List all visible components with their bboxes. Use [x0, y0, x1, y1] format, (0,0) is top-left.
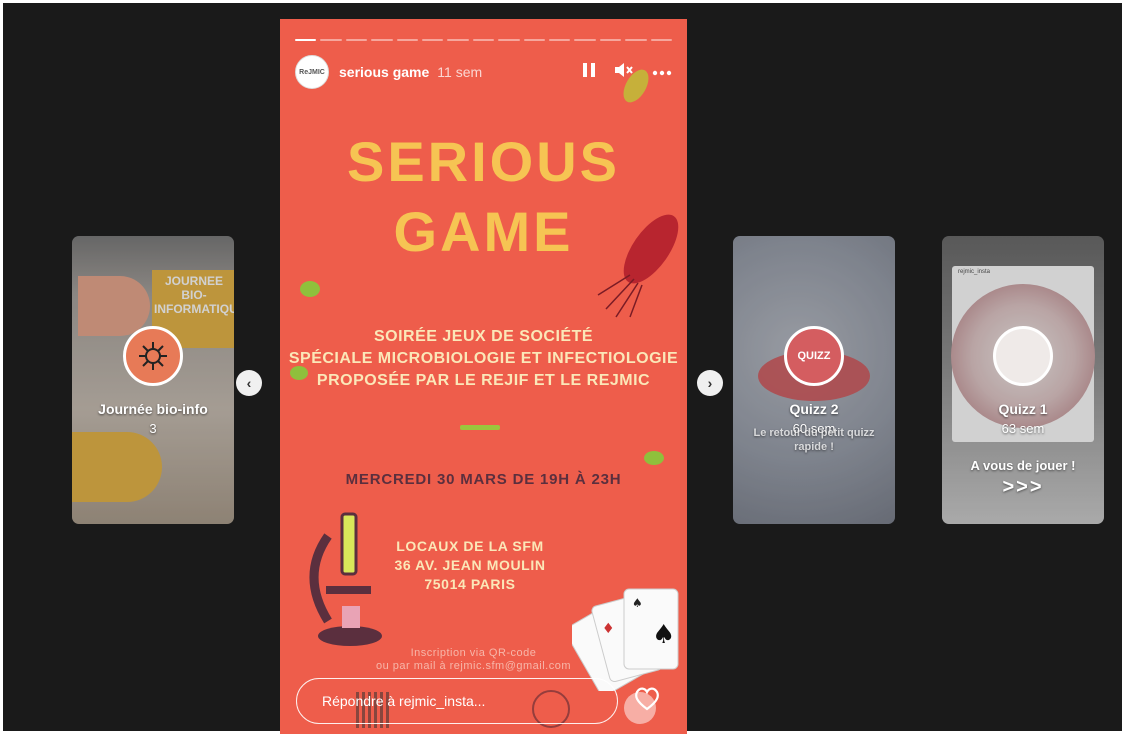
next-story-button[interactable]: ›: [697, 370, 723, 396]
story-avatar: [993, 326, 1053, 386]
event-description: SOIRÉE JEUX DE SOCIÉTÉ SPÉCIALE MICROBIO…: [280, 326, 687, 392]
progress-segment: [371, 39, 393, 41]
story-card-quizz-1[interactable]: rejmic_insta Quizz 1 63 sem A vous de jo…: [942, 236, 1104, 524]
description-line: SPÉCIALE MICROBIOLOGIE ET INFECTIOLOGIE: [288, 350, 679, 367]
story-time-ago: 63 sem: [1001, 421, 1045, 436]
progress-segment: [599, 39, 622, 41]
address-line: 36 AV. JEAN MOULIN: [394, 557, 546, 573]
chevron-left-icon: ‹: [246, 375, 252, 391]
green-microbe-icon: [300, 281, 320, 297]
story-body-text: Le retour du petit quizz rapide !: [753, 427, 875, 453]
title-line: SERIOUS: [346, 130, 621, 193]
reply-input[interactable]: Répondre à rejmic_insta...: [296, 678, 618, 724]
svg-text:♦: ♦: [602, 621, 615, 637]
inscription-info: Inscription via QR-code ou par mail à re…: [340, 647, 607, 673]
story-avatar: QUIZZ: [784, 326, 844, 386]
progress-segment: [650, 39, 673, 41]
account-username[interactable]: serious game: [339, 64, 429, 80]
quiz-badge: QUIZZ: [797, 350, 831, 362]
progress-segment: [498, 39, 520, 41]
chevron-right-icon: ›: [707, 375, 713, 391]
progress-segment: [523, 39, 546, 41]
progress-segment: [345, 39, 368, 41]
description-line: SOIRÉE JEUX DE SOCIÉTÉ: [373, 328, 594, 345]
story-progress-bar: [295, 39, 673, 41]
address-line: 75014 PARIS: [424, 576, 516, 592]
svg-text:♠: ♠: [652, 620, 675, 650]
pause-icon[interactable]: [582, 62, 596, 83]
network-icon: [139, 342, 167, 370]
svg-text:♠: ♠: [632, 596, 643, 610]
address-line: LOCAUX DE LA SFM: [396, 538, 544, 554]
event-address: LOCAUX DE LA SFM 36 AV. JEAN MOULIN 7501…: [380, 537, 560, 594]
progress-segment: [320, 39, 342, 41]
story-avatar: [123, 326, 183, 386]
previous-story-button[interactable]: ‹: [236, 370, 262, 396]
story-time-ago: 11 sem: [437, 64, 483, 80]
progress-segment: [447, 39, 469, 41]
divider: [460, 425, 500, 430]
progress-segment: [295, 39, 317, 41]
heart-icon[interactable]: [634, 687, 660, 716]
story-caption: A vous de jouer !: [970, 458, 1076, 473]
progress-segment: [396, 39, 419, 41]
progress-segment: [625, 39, 647, 41]
story-title: Quizz 2: [789, 401, 839, 417]
progress-segment: [422, 39, 444, 41]
progress-segment: [472, 39, 495, 41]
inscription-line: Inscription via QR-code: [410, 647, 537, 659]
playing-cards-illustration: ♦ ♠ ♠: [572, 588, 679, 691]
story-title: Quizz 1: [998, 401, 1048, 417]
story-main-title: SERIOUS GAME: [280, 127, 687, 267]
story-title: Journée bio-info: [98, 401, 208, 417]
event-date: MERCREDI 30 MARS DE 19H À 23H: [345, 471, 622, 488]
progress-segment: [549, 39, 571, 41]
account-avatar[interactable]: ReJMIC: [295, 55, 329, 89]
progress-segment: [574, 39, 596, 41]
arrows-text: >>>: [1002, 476, 1044, 498]
green-microbe-icon: [644, 451, 664, 465]
title-line: GAME: [393, 200, 574, 263]
story-count: 3: [149, 421, 157, 436]
microscope-illustration: [309, 512, 382, 646]
story-card-quizz-2[interactable]: QUIZZ Quizz 2 60 sem Le retour du petit …: [733, 236, 895, 524]
story-card-bio-info[interactable]: JOURNEE BIO-INFORMATIQUE Journée bio-inf…: [72, 236, 234, 524]
virus-illustration: [623, 69, 649, 103]
story-viewer: JOURNEE BIO-INFORMATIQUE Journée bio-inf…: [3, 3, 1122, 734]
description-line: PROPOSÉE PAR LE REJIF ET LE REJMIC: [316, 372, 651, 389]
inscription-line: ou par mail à rejmic.sfm@gmail.com: [375, 660, 572, 672]
active-story[interactable]: ReJMIC serious game 11 sem SERIOUS GAME …: [280, 19, 687, 734]
